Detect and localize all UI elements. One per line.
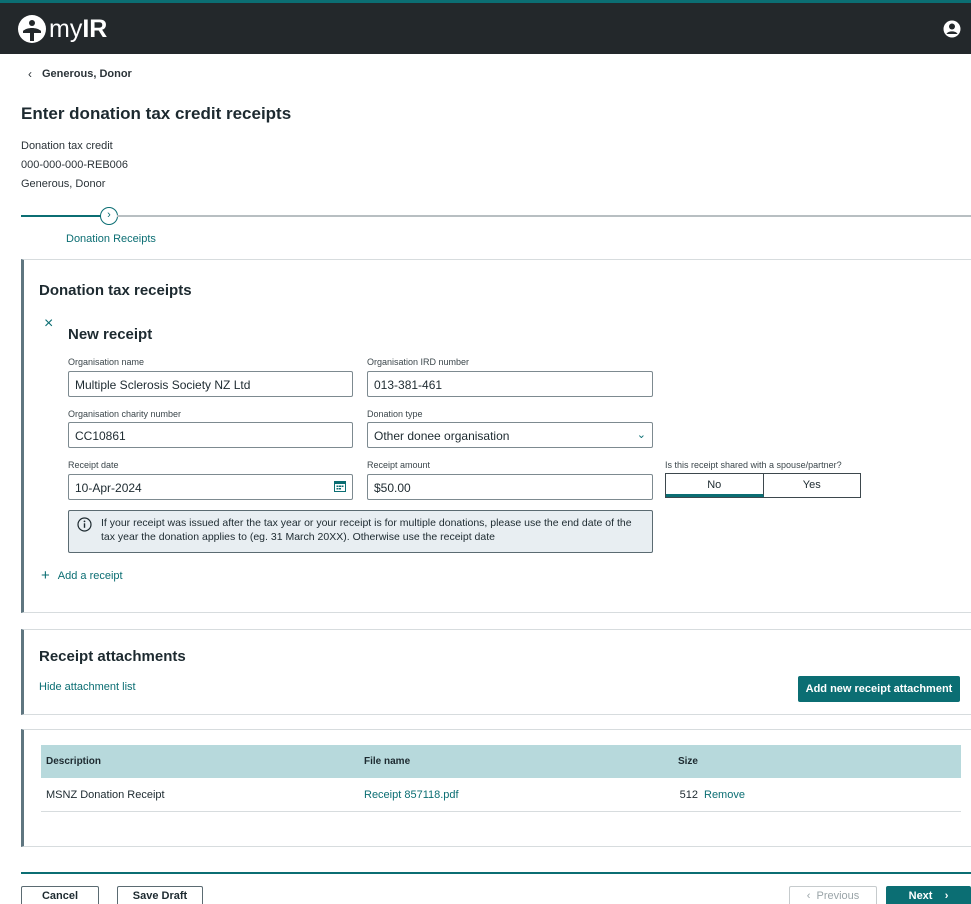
attachments-title: Receipt attachments — [39, 648, 186, 665]
meta-account-type: Donation tax credit — [21, 140, 113, 152]
next-label: Next — [908, 890, 933, 902]
next-button[interactable]: Next › — [886, 886, 971, 904]
back-link[interactable]: ‹ Generous, Donor — [28, 67, 132, 81]
cancel-button[interactable]: Cancel — [21, 886, 99, 904]
table-row: MSNZ Donation Receipt Receipt 857118.pdf… — [41, 778, 961, 812]
donation-type-value: Other donee organisation — [374, 429, 510, 443]
add-receipt-attachment-button[interactable]: Add new receipt attachment — [798, 676, 960, 702]
charity-number-label: Organisation charity number — [68, 409, 182, 419]
org-ird-field[interactable]: 013-381-461 — [367, 371, 653, 397]
org-name-label: Organisation name — [68, 357, 145, 367]
previous-button[interactable]: ‹ Previous — [789, 886, 877, 904]
remove-attachment-link[interactable]: Remove — [704, 789, 961, 801]
stepper-line-remaining — [117, 215, 971, 217]
row-description: MSNZ Donation Receipt — [46, 788, 165, 801]
receipt-attachments-card: Receipt attachments Hide attachment list… — [21, 629, 971, 715]
chevron-left-icon: ‹ — [28, 67, 32, 81]
donation-type-select[interactable]: Other donee organisation ⌄ — [367, 422, 653, 448]
back-link-label: Generous, Donor — [42, 68, 132, 80]
save-draft-button[interactable]: Save Draft — [117, 886, 203, 904]
section-title: Donation tax receipts — [39, 282, 192, 299]
donation-type-label: Donation type — [367, 409, 423, 419]
receipt-date-label: Receipt date — [68, 460, 119, 470]
receipt-subtitle: New receipt — [68, 326, 153, 343]
col-file-name: File name — [364, 756, 411, 767]
user-account-icon[interactable] — [943, 20, 961, 38]
add-receipt-link[interactable]: + Add a receipt — [41, 567, 123, 584]
shared-receipt-toggle: No Yes — [665, 473, 861, 498]
page-title: Enter donation tax credit receipts — [21, 104, 292, 123]
charity-number-field[interactable]: CC10861 — [68, 422, 353, 448]
chevron-down-icon: ⌄ — [636, 429, 646, 441]
previous-label: Previous — [816, 890, 860, 902]
meta-account-number: 000-000-000-REB006 — [21, 159, 129, 171]
calendar-icon[interactable] — [334, 480, 346, 492]
receipt-date-field[interactable]: 10-Apr-2024 — [68, 474, 353, 500]
hide-attachment-list-link[interactable]: Hide attachment list — [39, 681, 136, 693]
org-ird-label: Organisation IRD number — [367, 357, 470, 367]
close-receipt-icon[interactable]: × — [44, 315, 53, 333]
date-info-box: If your receipt was issued after the tax… — [68, 510, 653, 553]
receipt-amount-field[interactable]: $50.00 — [367, 474, 653, 500]
myir-logo[interactable]: myIR — [17, 14, 107, 44]
org-name-field[interactable]: Multiple Sclerosis Society NZ Ltd — [68, 371, 353, 397]
row-size: 512 — [679, 788, 698, 801]
row-file-link[interactable]: Receipt 857118.pdf — [364, 789, 624, 801]
chevron-right-icon: › — [932, 890, 949, 902]
col-description: Description — [46, 756, 102, 767]
account-meta: Donation tax credit 000-000-000-REB006 G… — [21, 137, 128, 194]
attachment-table-card: Description File name Size MSNZ Donation… — [21, 729, 971, 847]
stepper-line-active — [21, 215, 101, 217]
shared-yes-option[interactable]: Yes — [764, 474, 861, 497]
table-header: Description File name Size — [41, 745, 961, 778]
progress-stepper: › — [21, 207, 971, 227]
meta-customer-name: Generous, Donor — [21, 178, 106, 190]
info-icon — [77, 517, 92, 532]
attachments-table: Description File name Size MSNZ Donation… — [41, 745, 961, 812]
donation-tax-receipts-card: Donation tax receipts × New receipt Orga… — [21, 259, 971, 613]
receipt-date-value: 10-Apr-2024 — [75, 481, 142, 495]
step-current-icon: › — [100, 207, 118, 225]
logo-text: myIR — [49, 14, 108, 43]
top-bar: myIR — [0, 0, 971, 54]
shared-no-option[interactable]: No — [666, 474, 764, 497]
add-receipt-label: Add a receipt — [57, 570, 123, 582]
myir-logo-icon — [18, 15, 46, 43]
col-size: Size — [677, 756, 698, 767]
footer-divider — [21, 872, 971, 874]
step-label-donation-receipts[interactable]: Donation Receipts — [66, 233, 156, 245]
receipt-amount-label: Receipt amount — [367, 460, 431, 470]
shared-receipt-label: Is this receipt shared with a spouse/par… — [665, 460, 842, 470]
date-info-text: If your receipt was issued after the tax… — [101, 517, 632, 543]
plus-icon: + — [41, 567, 50, 584]
